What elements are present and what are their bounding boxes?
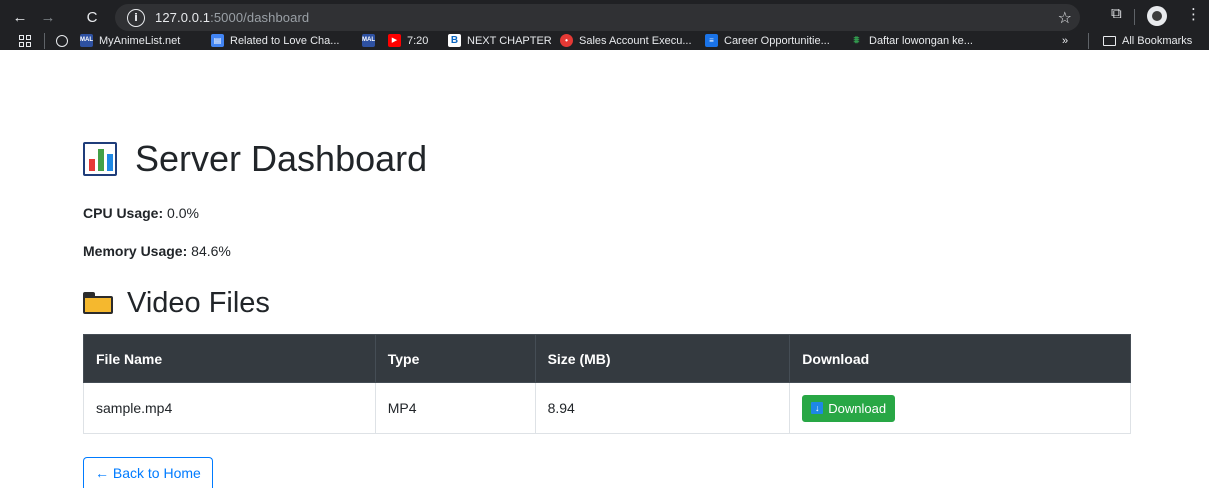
cpu-usage-value: 0.0% <box>167 205 199 221</box>
header-download: Download <box>789 334 1131 383</box>
page-title-text: Server Dashboard <box>135 138 428 179</box>
bookmark-label: Sales Account Execu... <box>579 34 692 47</box>
document-icon: ▤ <box>211 34 224 47</box>
cpu-usage-label: CPU Usage: <box>83 205 164 221</box>
bar-chart-icon <box>83 142 117 176</box>
download-arrow-icon: ↓ <box>811 402 824 414</box>
bookmark-myanimelist[interactable]: MAL MyAnimeList.net <box>80 31 180 50</box>
forward-arrow-icon[interactable]: → <box>36 5 60 29</box>
browser-toolbar: ← → C i 127.0.0.1:5000/dashboard ☆ ⧉ ⋮ M… <box>0 0 1209 50</box>
back-to-home-button[interactable]: ← Back to Home <box>83 457 213 488</box>
site-info-icon[interactable]: i <box>127 8 145 27</box>
globe-icon[interactable] <box>56 31 74 50</box>
bookmark-label: Career Opportunitie... <box>724 34 830 47</box>
bookmarks-bar: MAL MyAnimeList.net ▤ Related to Love Ch… <box>0 31 1209 50</box>
bookmark-youtube[interactable]: ▶ 7:20 <box>388 31 428 50</box>
header-size: Size (MB) <box>534 334 791 383</box>
career-icon: ≡ <box>705 34 718 47</box>
url-host: 127.0.0.1 <box>155 10 211 25</box>
bookmark-label: Related to Love Cha... <box>230 34 340 47</box>
video-files-table: File Name Type Size (MB) Download sample… <box>83 334 1131 434</box>
back-arrow-icon[interactable]: ← <box>8 5 32 29</box>
cpu-usage: CPU Usage: 0.0% <box>83 205 199 221</box>
page-title: Server Dashboard <box>83 136 427 182</box>
url-text[interactable]: 127.0.0.1:5000/dashboard <box>155 10 309 25</box>
extensions-icon[interactable]: ⧉ <box>1111 5 1122 22</box>
bookmark-label: 7:20 <box>407 34 429 47</box>
bookmarks-divider <box>1088 33 1089 49</box>
mal-icon: MAL <box>362 34 375 47</box>
menu-kebab-icon[interactable]: ⋮ <box>1186 5 1201 23</box>
download-button[interactable]: ↓ Download <box>802 394 896 422</box>
memory-usage-label: Memory Usage: <box>83 243 188 259</box>
memory-usage-value: 84.6% <box>191 243 231 259</box>
toolbar-divider <box>1134 9 1135 25</box>
all-bookmarks-button[interactable]: All Bookmarks <box>1103 31 1192 50</box>
profile-avatar[interactable] <box>1147 6 1167 26</box>
section-title-text: Video Files <box>127 286 270 319</box>
mal-icon: MAL <box>80 34 93 47</box>
bookmark-label: Daftar lowongan ke... <box>869 34 973 47</box>
bookmark-next-chapter[interactable]: B NEXT CHAPTER <box>448 31 552 50</box>
url-path: :5000/dashboard <box>210 10 310 25</box>
section-title: Video Files <box>83 283 270 323</box>
bookmark-daftar[interactable]: ⩨ Daftar lowongan ke... <box>850 31 973 50</box>
reload-icon[interactable]: C <box>80 5 104 29</box>
cell-download: ↓ Download <box>789 382 1131 434</box>
address-bar[interactable]: i 127.0.0.1:5000/dashboard ☆ <box>115 4 1080 31</box>
folder-icon <box>1103 35 1116 46</box>
cell-size: 8.94 <box>534 382 791 434</box>
youtube-icon: ▶ <box>388 34 401 47</box>
bookmark-label: NEXT CHAPTER <box>467 34 552 47</box>
bookmark-sales-account[interactable]: • Sales Account Execu... <box>560 31 692 50</box>
bn-icon: B <box>448 34 461 47</box>
download-button-label: Download <box>828 400 887 416</box>
apps-grid-icon[interactable] <box>19 31 31 50</box>
table-header-row: File Name Type Size (MB) Download <box>83 334 1131 383</box>
all-bookmarks-label: All Bookmarks <box>1122 34 1193 47</box>
pin-icon: • <box>560 34 573 47</box>
bookmark-label: MyAnimeList.net <box>99 34 181 47</box>
daftar-icon: ⩨ <box>853 35 860 46</box>
bookmarks-divider <box>44 33 45 49</box>
bookmark-career[interactable]: ≡ Career Opportunitie... <box>705 31 830 50</box>
back-to-home-label: ← Back to Home <box>95 465 201 481</box>
bookmark-related-to-love[interactable]: ▤ Related to Love Cha... <box>211 31 339 50</box>
header-type: Type <box>374 334 536 383</box>
cell-type: MP4 <box>374 382 536 434</box>
bookmarks-overflow-button[interactable]: » <box>1062 31 1068 50</box>
bookmark-mal-short[interactable]: MAL <box>362 31 381 50</box>
cell-file-name: sample.mp4 <box>83 382 376 434</box>
memory-usage: Memory Usage: 84.6% <box>83 243 231 259</box>
folder-icon <box>83 292 113 314</box>
header-file-name: File Name <box>83 334 376 383</box>
overflow-label: » <box>1062 34 1069 47</box>
bookmark-star-icon[interactable]: ☆ <box>1058 8 1072 28</box>
table-row: sample.mp4 MP4 8.94 ↓ Download <box>83 382 1131 434</box>
